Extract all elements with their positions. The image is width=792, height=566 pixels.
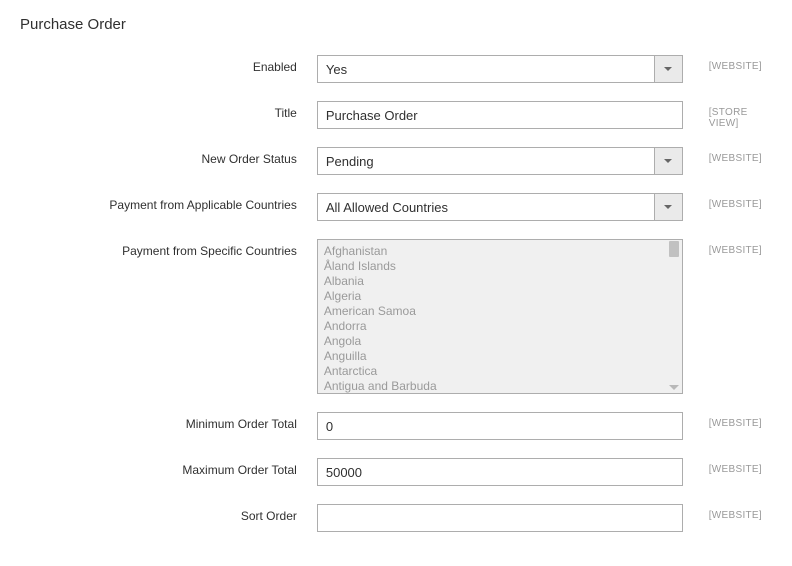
list-item[interactable]: Angola (324, 334, 676, 349)
enabled-select-value: Yes (326, 62, 347, 77)
title-input[interactable] (317, 101, 683, 129)
applicable-countries-value: All Allowed Countries (326, 200, 448, 215)
specific-countries-multiselect[interactable]: Afghanistan Åland Islands Albania Algeri… (317, 239, 683, 394)
label-title: Title (20, 101, 317, 120)
chevron-down-icon (654, 194, 682, 220)
row-min-order-total: Minimum Order Total [WEBSITE] (20, 412, 772, 440)
list-item[interactable]: Anguilla (324, 349, 676, 364)
list-item[interactable]: Afghanistan (324, 244, 676, 259)
enabled-select[interactable]: Yes (317, 55, 683, 83)
list-item[interactable]: Andorra (324, 319, 676, 334)
row-new-order-status: New Order Status Pending [WEBSITE] (20, 147, 772, 175)
label-enabled: Enabled (20, 55, 317, 74)
label-specific-countries: Payment from Specific Countries (20, 239, 317, 258)
label-new-order-status: New Order Status (20, 147, 317, 166)
applicable-countries-select[interactable]: All Allowed Countries (317, 193, 683, 221)
scope-enabled: [WEBSITE] (683, 55, 772, 72)
chevron-down-icon (654, 148, 682, 174)
new-order-status-value: Pending (326, 154, 374, 169)
scope-new-order-status: [WEBSITE] (683, 147, 772, 164)
row-specific-countries: Payment from Specific Countries Afghanis… (20, 239, 772, 394)
label-sort-order: Sort Order (20, 504, 317, 523)
scrollbar-thumb[interactable] (669, 241, 679, 257)
scope-applicable-countries: [WEBSITE] (683, 193, 772, 210)
sort-order-input[interactable] (317, 504, 683, 532)
section-title: Purchase Order (20, 16, 772, 33)
list-item[interactable]: American Samoa (324, 304, 676, 319)
chevron-down-icon (654, 56, 682, 82)
scope-sort-order: [WEBSITE] (683, 504, 772, 521)
min-order-total-input[interactable] (317, 412, 683, 440)
scrollbar[interactable] (667, 241, 681, 392)
max-order-total-input[interactable] (317, 458, 683, 486)
list-item[interactable]: Antarctica (324, 364, 676, 379)
scope-specific-countries: [WEBSITE] (683, 239, 772, 256)
scope-min-order-total: [WEBSITE] (683, 412, 772, 429)
new-order-status-select[interactable]: Pending (317, 147, 683, 175)
chevron-down-icon (669, 385, 679, 390)
label-min-order-total: Minimum Order Total (20, 412, 317, 431)
row-applicable-countries: Payment from Applicable Countries All Al… (20, 193, 772, 221)
scope-max-order-total: [WEBSITE] (683, 458, 772, 475)
specific-countries-options: Afghanistan Åland Islands Albania Algeri… (324, 244, 676, 394)
scope-title: [STORE VIEW] (683, 101, 772, 129)
list-item[interactable]: Algeria (324, 289, 676, 304)
row-max-order-total: Maximum Order Total [WEBSITE] (20, 458, 772, 486)
label-max-order-total: Maximum Order Total (20, 458, 317, 477)
row-enabled: Enabled Yes [WEBSITE] (20, 55, 772, 83)
row-sort-order: Sort Order [WEBSITE] (20, 504, 772, 532)
list-item[interactable]: Albania (324, 274, 676, 289)
list-item[interactable]: Åland Islands (324, 259, 676, 274)
row-title: Title [STORE VIEW] (20, 101, 772, 129)
label-applicable-countries: Payment from Applicable Countries (20, 193, 317, 212)
list-item[interactable]: Antigua and Barbuda (324, 379, 676, 394)
